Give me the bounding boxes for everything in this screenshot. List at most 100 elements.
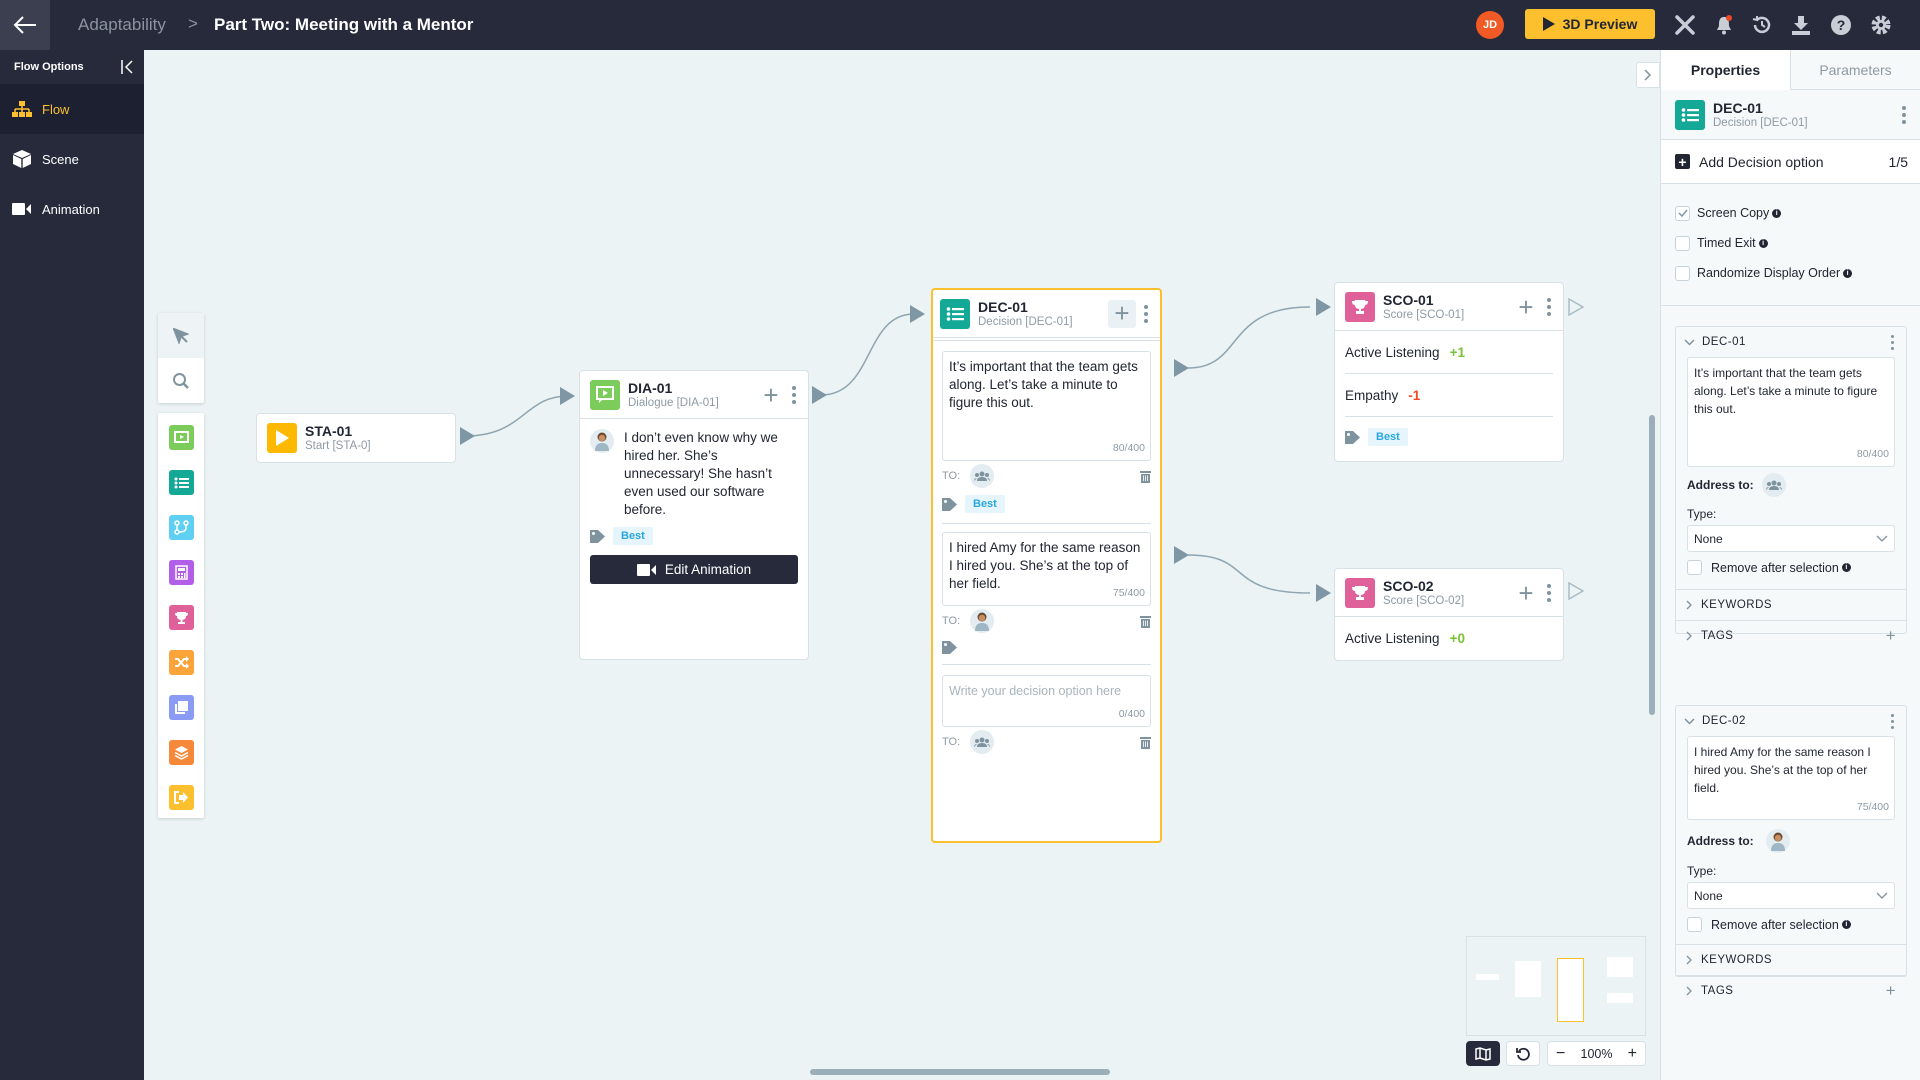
tag-badge[interactable]: Best — [613, 527, 653, 545]
output-port-empty[interactable] — [1568, 582, 1584, 600]
output-port-empty[interactable] — [1568, 298, 1584, 316]
trash-icon[interactable] — [1140, 470, 1151, 483]
sidebar-item-scene[interactable]: Scene — [0, 134, 144, 184]
add-branch-node[interactable] — [158, 505, 204, 550]
add-icon[interactable]: + — [758, 382, 784, 408]
option-textarea[interactable]: I hired Amy for the same reason I hired … — [1687, 736, 1895, 820]
character-avatar[interactable] — [1765, 829, 1790, 853]
info-icon[interactable]: i — [1772, 208, 1782, 218]
kebab-menu-icon[interactable] — [1140, 304, 1152, 323]
add-tag-icon[interactable]: + — [1886, 626, 1896, 646]
type-select[interactable]: None — [1687, 525, 1895, 552]
reset-view-button[interactable] — [1506, 1041, 1540, 1066]
trash-icon[interactable] — [1140, 615, 1151, 628]
sidebar-item-flow[interactable]: Flow — [0, 84, 144, 134]
keywords-section[interactable]: KEYWORDS — [1676, 589, 1906, 620]
output-port[interactable] — [812, 386, 827, 404]
character-avatar[interactable] — [970, 609, 995, 633]
user-avatar[interactable]: JD — [1476, 11, 1504, 39]
add-decision-node[interactable] — [158, 460, 204, 505]
kebab-menu-icon[interactable] — [1543, 583, 1555, 602]
type-select[interactable]: None — [1687, 882, 1895, 909]
output-port[interactable] — [460, 427, 475, 445]
screen-copy-checkbox[interactable] — [1675, 205, 1690, 221]
kebab-menu-icon[interactable] — [1898, 105, 1910, 124]
option-textarea[interactable]: It’s important that the team gets along.… — [1687, 357, 1895, 467]
add-exit-node[interactable] — [158, 775, 204, 820]
kebab-menu-icon[interactable] — [1886, 713, 1898, 729]
pointer-tool[interactable] — [158, 313, 204, 358]
kebab-menu-icon[interactable] — [1543, 297, 1555, 316]
node-dialogue[interactable]: DIA-01 Dialogue [DIA-01] + I don’t even … — [579, 370, 809, 660]
kebab-menu-icon[interactable] — [1886, 334, 1898, 350]
tab-properties[interactable]: Properties — [1661, 50, 1791, 90]
node-score-2[interactable]: SCO-02 Score [SCO-02] + Active Listening… — [1334, 568, 1564, 661]
edit-animation-button[interactable]: Edit Animation — [590, 555, 798, 584]
minimap[interactable] — [1466, 936, 1646, 1036]
zoom-out-button[interactable]: − — [1556, 1045, 1565, 1063]
card-header[interactable]: DEC-01 — [1676, 327, 1906, 357]
randomize-order-checkbox-row[interactable]: Randomize Display Order i — [1675, 258, 1906, 288]
input-port[interactable] — [910, 305, 925, 323]
kebab-menu-icon[interactable] — [788, 385, 800, 404]
timed-exit-checkbox-row[interactable]: Timed Exit i — [1675, 228, 1906, 258]
remove-after-selection-checkbox[interactable] — [1687, 917, 1702, 932]
remove-after-selection-row[interactable]: Remove after selection i — [1687, 917, 1895, 932]
search-tool[interactable] — [158, 358, 204, 403]
node-decision-selected[interactable]: DEC-01 Decision [DEC-01] + It’s importan… — [931, 288, 1162, 843]
add-icon[interactable]: + — [1513, 580, 1539, 606]
add-random-node[interactable] — [158, 640, 204, 685]
horizontal-scrollbar[interactable] — [810, 1069, 1110, 1075]
tags-section[interactable]: TAGS + — [1676, 620, 1906, 651]
minimap-toggle-button[interactable] — [1466, 1041, 1500, 1066]
tag-icon[interactable] — [942, 640, 957, 654]
tag-badge[interactable]: Best — [1368, 428, 1408, 446]
group-icon[interactable] — [970, 730, 995, 754]
bell-icon[interactable] — [1711, 12, 1737, 38]
card-header[interactable]: DEC-02 — [1676, 706, 1906, 736]
back-button[interactable] — [0, 0, 50, 50]
info-icon[interactable]: i — [1843, 268, 1853, 278]
keywords-section[interactable]: KEYWORDS — [1676, 944, 1906, 975]
input-port[interactable] — [560, 387, 575, 405]
toggle-panel-button[interactable] — [1636, 62, 1660, 88]
info-icon[interactable]: i — [1758, 238, 1768, 248]
output-port-option-2[interactable] — [1174, 546, 1189, 564]
add-copy-node[interactable] — [158, 685, 204, 730]
info-icon[interactable]: i — [1841, 563, 1851, 572]
tab-parameters[interactable]: Parameters — [1791, 50, 1920, 90]
node-start[interactable]: STA-01 Start [STA-0] — [256, 413, 456, 463]
history-icon[interactable] — [1749, 12, 1775, 38]
gear-icon[interactable] — [1868, 12, 1894, 38]
sidebar-item-animation[interactable]: Animation — [0, 184, 144, 234]
3d-preview-button[interactable]: 3D Preview — [1525, 9, 1655, 39]
timed-exit-checkbox[interactable] — [1675, 235, 1690, 251]
vertical-scrollbar[interactable] — [1649, 415, 1655, 715]
tags-section[interactable]: TAGS + — [1676, 975, 1906, 1006]
download-icon[interactable] — [1788, 12, 1814, 38]
info-icon[interactable]: i — [1841, 920, 1851, 929]
add-layers-node[interactable] — [158, 730, 204, 775]
remove-after-selection-checkbox[interactable] — [1687, 560, 1702, 575]
trash-icon[interactable] — [1140, 736, 1151, 749]
add-tag-icon[interactable]: + — [1886, 981, 1896, 1001]
screen-copy-checkbox-row[interactable]: Screen Copy i — [1675, 198, 1906, 228]
help-icon[interactable]: ? — [1828, 12, 1854, 38]
add-decision-option-row[interactable]: + Add Decision option 1/5 — [1661, 140, 1920, 184]
tools-icon[interactable] — [1672, 12, 1698, 38]
add-icon[interactable]: + — [1108, 299, 1136, 328]
add-dialogue-node[interactable] — [158, 415, 204, 460]
zoom-in-button[interactable]: + — [1628, 1045, 1637, 1063]
add-calculator-node[interactable] — [158, 550, 204, 595]
input-port[interactable] — [1316, 584, 1331, 602]
output-port-option-1[interactable] — [1174, 359, 1189, 377]
collapse-sidebar-icon[interactable] — [120, 59, 134, 75]
flow-canvas[interactable]: STA-01 Start [STA-0] DIA-01 Dialogue [DI… — [144, 50, 1660, 1080]
group-icon[interactable] — [1761, 473, 1786, 497]
input-port[interactable] — [1316, 298, 1331, 316]
decision-option-input[interactable]: It’s important that the team gets along.… — [942, 351, 1151, 461]
decision-option-input[interactable]: I hired Amy for the same reason I hired … — [942, 532, 1151, 606]
add-icon[interactable]: + — [1513, 294, 1539, 320]
decision-option-input[interactable]: Write your decision option here 0/400 — [942, 675, 1151, 727]
remove-after-selection-row[interactable]: Remove after selection i — [1687, 560, 1895, 575]
